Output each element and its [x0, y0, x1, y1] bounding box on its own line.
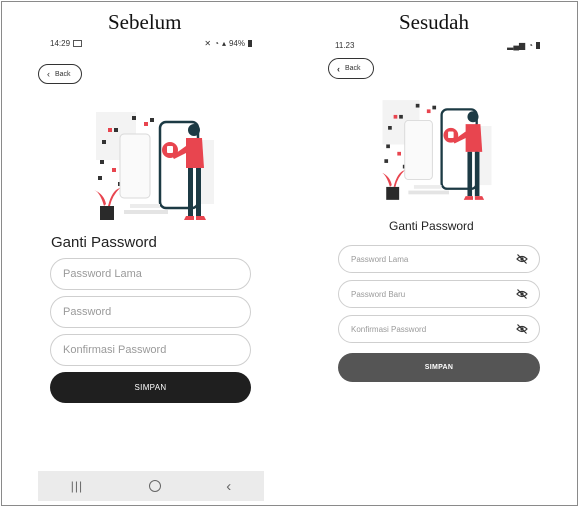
page-title: Ganti Password — [389, 219, 474, 233]
status-time: 11.23 — [335, 41, 355, 50]
battery-icon — [248, 40, 252, 47]
wifi-icon: ◔ — [214, 39, 219, 48]
chevron-left-icon: ‹ — [337, 63, 340, 74]
status-bar-left: 11.23 — [335, 41, 354, 50]
eye-off-icon[interactable] — [516, 324, 528, 334]
home-icon[interactable] — [148, 480, 161, 492]
old-password-field[interactable]: Password Lama — [50, 258, 251, 290]
confirm-password-field[interactable]: Konfirmasi Password — [338, 315, 540, 343]
field-placeholder: Konfirmasi Password — [351, 324, 427, 334]
wifi-icon: ◔ — [528, 41, 533, 50]
screen-after: 11.23 ▂▄▆ ◔ ‹ Back Ganti Password Passwo… — [325, 34, 550, 394]
back-label: Back — [345, 65, 361, 72]
recent-apps-icon[interactable]: ||| — [71, 479, 83, 493]
field-placeholder: Password Lama — [63, 268, 142, 280]
status-bar-right: ▂▄▆ ◔ — [507, 41, 540, 50]
save-label: SIMPAN — [424, 364, 454, 371]
old-password-field[interactable]: Password Lama — [338, 245, 540, 273]
caption-after: Sesudah — [399, 10, 469, 34]
signal-icon: ▂▄▆ — [507, 41, 526, 50]
page-title: Ganti Password — [51, 234, 157, 251]
status-bar-right: ✕ ◔ ▴ 94% — [204, 39, 252, 48]
field-placeholder: Password Baru — [351, 289, 406, 299]
save-label: SIMPAN — [134, 383, 167, 392]
screen-before: 14:29 ✕ ◔ ▴ 94% ‹ Back Ganti Password Pa… — [36, 34, 266, 504]
back-nav-icon[interactable]: ‹ — [226, 478, 231, 495]
chevron-left-icon: ‹ — [47, 69, 50, 79]
password-field[interactable]: Password — [50, 296, 251, 328]
save-button[interactable]: SIMPAN — [338, 353, 540, 382]
back-label: Back — [55, 70, 71, 78]
system-nav-bar: ||| ‹ — [38, 471, 264, 501]
field-placeholder: Password Lama — [351, 254, 409, 264]
back-button[interactable]: ‹ Back — [328, 58, 374, 79]
field-placeholder: Password — [63, 306, 112, 318]
battery-icon — [536, 42, 540, 49]
caption-before: Sebelum — [108, 10, 182, 34]
save-button[interactable]: SIMPAN — [50, 372, 251, 403]
status-time: 14:29 — [50, 39, 71, 48]
illustration — [90, 106, 220, 226]
eye-off-icon[interactable] — [516, 289, 528, 299]
illustration — [377, 92, 497, 208]
back-button[interactable]: ‹ Back — [38, 64, 82, 84]
eye-off-icon[interactable] — [516, 254, 528, 264]
new-password-field[interactable]: Password Baru — [338, 280, 540, 308]
confirm-password-field[interactable]: Konfirmasi Password — [50, 334, 251, 366]
status-bar-left: 14:29 — [50, 39, 83, 48]
battery-level: 94% — [228, 39, 245, 48]
field-placeholder: Konfirmasi Password — [63, 344, 167, 356]
gallery-icon — [73, 40, 83, 47]
mute-icon: ✕ — [204, 39, 212, 48]
signal-icon: ▴ — [221, 39, 226, 48]
